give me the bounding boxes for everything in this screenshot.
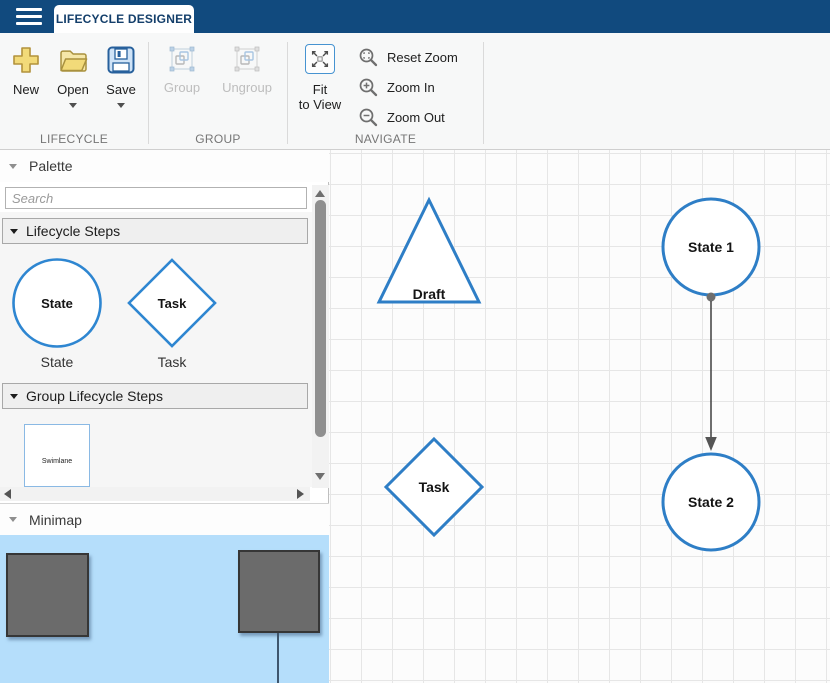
open-button-label: Open: [57, 83, 89, 97]
node-draft[interactable]: Draft: [375, 196, 483, 306]
section-collapse-icon: [10, 394, 18, 399]
hamburger-menu-icon[interactable]: [16, 8, 42, 25]
navigate-group-label: NAVIGATE: [288, 132, 483, 147]
save-floppy-icon: [105, 44, 137, 76]
node-task[interactable]: Task: [383, 436, 485, 538]
scroll-up-arrow-icon[interactable]: [315, 190, 325, 197]
reset-zoom-icon: [358, 47, 378, 67]
palette-item-task[interactable]: Task: [126, 257, 218, 349]
palette-item-state-label: State: [11, 354, 103, 370]
toolstrip-separator: [148, 42, 149, 144]
new-button-label: New: [13, 83, 39, 97]
save-button[interactable]: Save: [98, 40, 144, 108]
scroll-left-arrow-icon[interactable]: [4, 489, 11, 499]
diagram-canvas[interactable]: Draft State 1 Task: [329, 150, 830, 683]
minimap-view[interactable]: [0, 535, 329, 683]
reset-zoom-button[interactable]: Reset Zoom: [358, 44, 480, 70]
zoom-in-icon: [358, 77, 378, 97]
edge-source-dot-icon: [707, 293, 716, 302]
group-button-label: Group: [164, 81, 200, 95]
palette-item-task-label: Task: [126, 354, 218, 370]
open-dropdown-caret-icon[interactable]: [69, 103, 77, 108]
fit-to-view-label-line2: to View: [299, 97, 341, 112]
node-state1[interactable]: State 1: [660, 196, 762, 298]
collapse-chevron-icon: [9, 517, 17, 522]
zoom-out-icon: [358, 107, 378, 127]
edge-state1-to-state2[interactable]: [700, 289, 722, 457]
fit-to-view-icon: [305, 44, 335, 74]
palette-horizontal-scrollbar[interactable]: [0, 487, 310, 501]
lifecycle-group-label: LIFECYCLE: [0, 132, 148, 147]
fit-to-view-label-line1: Fit: [313, 82, 327, 97]
minimap-edge: [277, 633, 279, 683]
scroll-down-arrow-icon[interactable]: [315, 473, 325, 480]
tab-lifecycle-designer[interactable]: LIFECYCLE DESIGNER: [54, 5, 194, 33]
new-button[interactable]: New: [4, 40, 48, 97]
section-header-group-lifecycle-steps[interactable]: Group Lifecycle Steps: [2, 383, 308, 409]
palette-search-input[interactable]: [5, 187, 307, 209]
zoom-out-button[interactable]: Zoom Out: [358, 104, 480, 130]
palette-header[interactable]: Palette: [0, 150, 329, 182]
zoom-out-label: Zoom Out: [387, 110, 445, 125]
reset-zoom-label: Reset Zoom: [387, 50, 458, 65]
edge-arrowhead-icon: [705, 437, 717, 451]
save-button-label: Save: [106, 83, 136, 97]
section-collapse-icon: [10, 229, 18, 234]
ungroup-button-label: Ungroup: [222, 81, 272, 95]
app-window: LIFECYCLE DESIGNER New Open: [0, 0, 830, 683]
open-folder-icon: [57, 44, 89, 76]
toolstrip-separator: [287, 42, 288, 144]
zoom-in-label: Zoom In: [387, 80, 435, 95]
scrollbar-thumb[interactable]: [315, 200, 326, 437]
ungroup-objects-icon: [232, 44, 262, 74]
palette-panel: Palette Lifecycle Steps State State Task…: [0, 150, 329, 683]
minimap-header[interactable]: Minimap: [0, 503, 329, 535]
palette-item-swimlane-shape-text: Swimlane: [25, 458, 89, 465]
group-button[interactable]: Group: [153, 40, 211, 95]
minimap-title: Minimap: [29, 512, 82, 528]
collapse-chevron-icon: [9, 164, 17, 169]
zoom-in-button[interactable]: Zoom In: [358, 74, 480, 100]
open-button[interactable]: Open: [50, 40, 96, 108]
new-document-icon: [10, 44, 42, 76]
section-title: Lifecycle Steps: [26, 223, 120, 239]
group-objects-icon: [167, 44, 197, 74]
save-dropdown-caret-icon[interactable]: [117, 103, 125, 108]
fit-to-view-button[interactable]: Fit to View: [292, 40, 348, 112]
section-header-lifecycle-steps[interactable]: Lifecycle Steps: [2, 218, 308, 244]
section-title: Group Lifecycle Steps: [26, 388, 163, 404]
palette-item-state[interactable]: State: [11, 257, 103, 349]
palette-title: Palette: [29, 158, 73, 174]
palette-item-swimlane[interactable]: Swimlane: [24, 424, 90, 487]
minimap-node: [238, 550, 320, 633]
ungroup-button[interactable]: Ungroup: [212, 40, 282, 95]
title-bar: LIFECYCLE DESIGNER: [0, 0, 830, 33]
toolstrip-separator: [483, 42, 484, 144]
scroll-right-arrow-icon[interactable]: [297, 489, 304, 499]
node-state2[interactable]: State 2: [660, 451, 762, 553]
minimap-node: [6, 553, 89, 637]
group-group-label: GROUP: [149, 132, 287, 147]
palette-vertical-scrollbar[interactable]: [312, 185, 329, 488]
toolstrip: New Open Save: [0, 33, 830, 150]
